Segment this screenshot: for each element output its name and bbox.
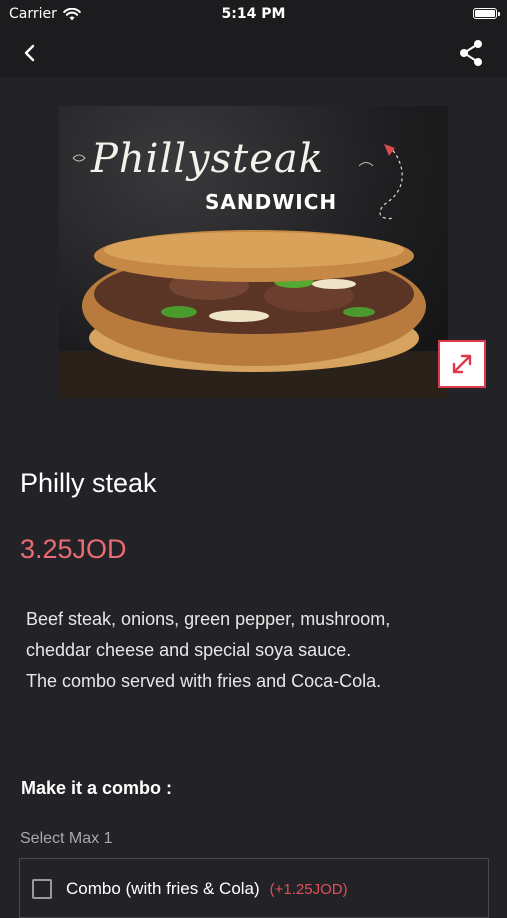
- product-image: Phillysteak SANDWICH: [59, 106, 448, 398]
- navigation-bar: [0, 28, 507, 78]
- share-icon: [460, 40, 482, 66]
- combo-option[interactable]: Combo (with fries & Cola) (+1.25JOD): [32, 879, 348, 899]
- battery-icon: [473, 8, 500, 19]
- hero-script-text: Phillysteak: [91, 136, 325, 182]
- back-button[interactable]: [16, 40, 46, 66]
- status-time: 5:14 PM: [221, 6, 286, 22]
- chevron-left-icon: [24, 44, 35, 62]
- product-name: Philly steak: [20, 468, 157, 498]
- product-description: Beef steak, onions, green pepper, mushro…: [26, 609, 391, 691]
- hero-block-text: SANDWICH: [205, 190, 338, 214]
- product-price: 3.25JOD: [20, 534, 127, 564]
- expand-arrows-icon: [452, 354, 472, 374]
- combo-heading: Make it a combo :: [21, 778, 173, 798]
- combo-subtitle: Select Max 1: [20, 830, 113, 847]
- combo-checkbox[interactable]: [32, 879, 52, 899]
- share-button[interactable]: [457, 38, 487, 68]
- status-bar: Carrier 5:14 PM: [0, 0, 507, 28]
- combo-option-label: Combo (with fries & Cola): [66, 879, 260, 898]
- combo-options-box: Combo (with fries & Cola) (+1.25JOD): [19, 858, 489, 918]
- expand-image-button[interactable]: [438, 340, 486, 388]
- combo-option-price: (+1.25JOD): [269, 880, 348, 898]
